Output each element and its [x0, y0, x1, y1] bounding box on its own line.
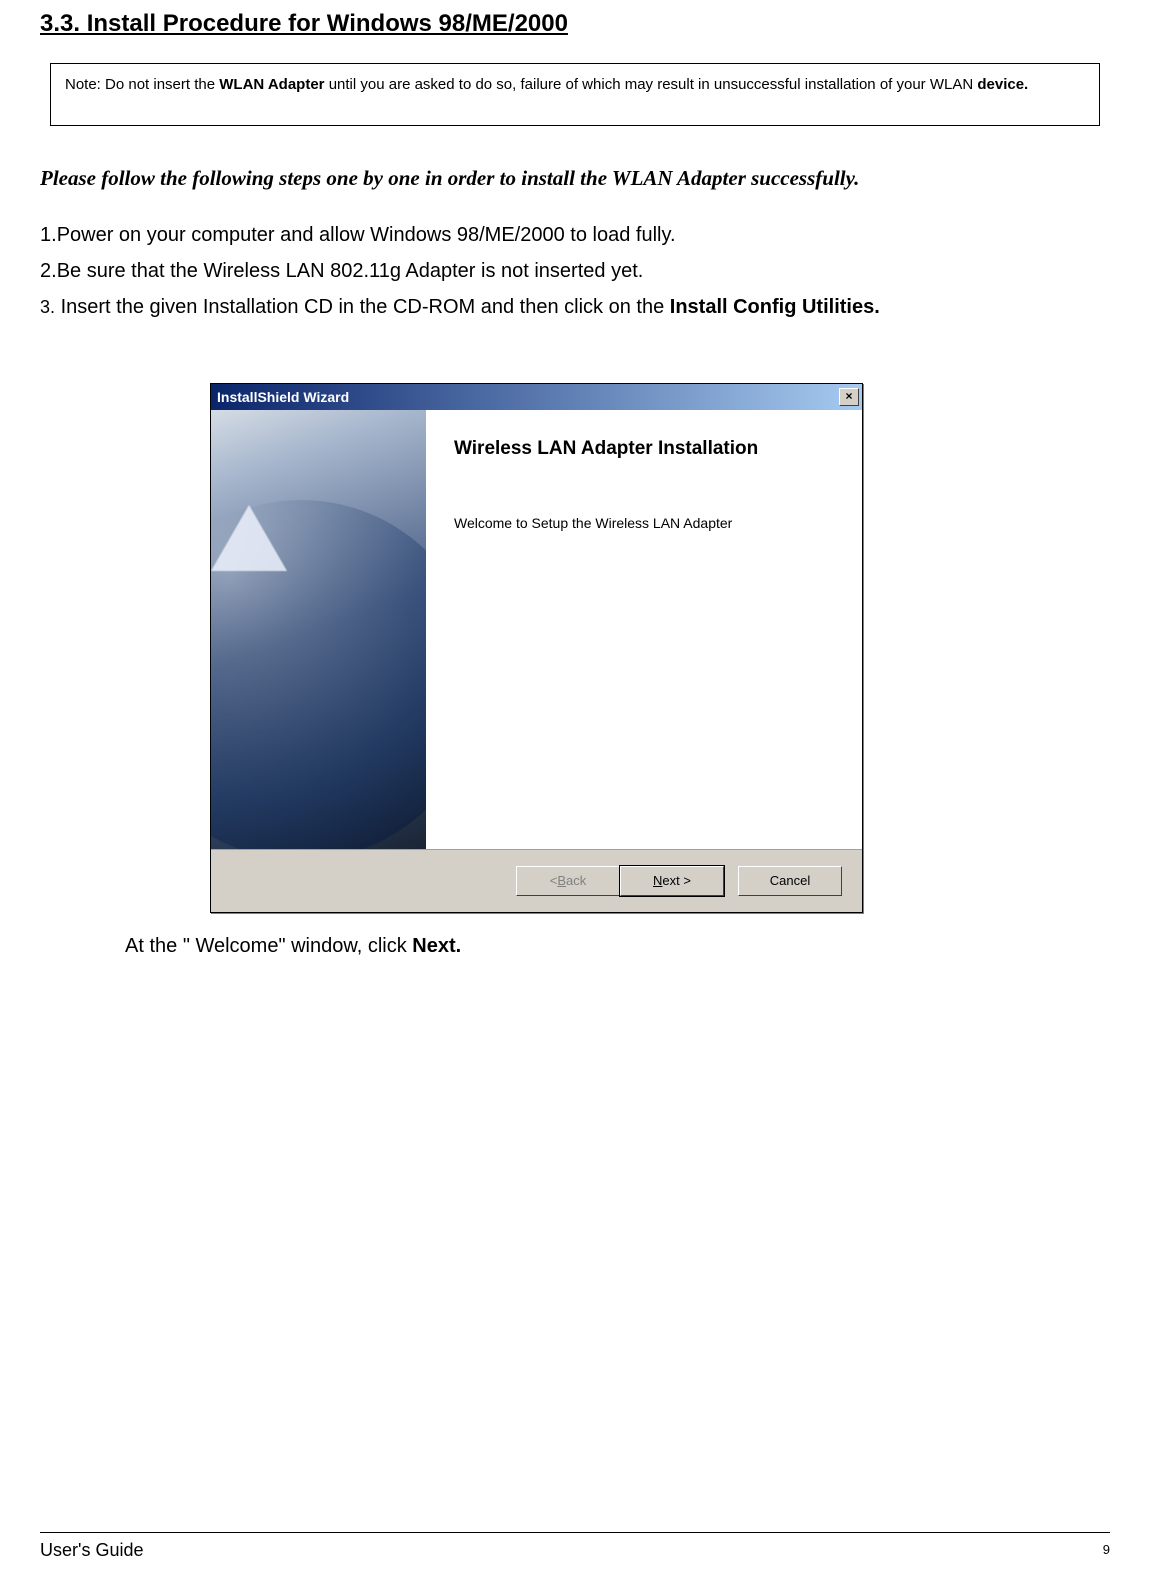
next-button[interactable]: Next >	[620, 866, 724, 896]
note-bold-2: device.	[977, 76, 1028, 93]
caption-text: At the " Welcome" window, click Next.	[125, 935, 1110, 958]
close-button[interactable]: ×	[839, 388, 859, 406]
next-underline: N	[653, 873, 662, 888]
next-rest: ext >	[662, 873, 691, 888]
caption-bold: Next.	[412, 935, 461, 957]
step-2: 2.Be sure that the Wireless LAN 802.11g …	[40, 255, 1110, 287]
footer-divider	[40, 1532, 1110, 1533]
step-text-pre: Insert the given Installation CD in the …	[55, 296, 670, 318]
back-lt: <	[550, 873, 558, 888]
wizard-sidebar-image	[211, 410, 426, 849]
cancel-button[interactable]: Cancel	[738, 866, 842, 896]
step-text: Power on your computer and allow Windows…	[57, 224, 676, 246]
step-number: 3.	[40, 297, 55, 317]
footer-text: User's Guide	[40, 1540, 143, 1561]
wizard-body: Wireless LAN Adapter Installation Welcom…	[211, 410, 862, 850]
step-3: 3. Insert the given Installation CD in t…	[40, 291, 1110, 323]
wizard-window: InstallShield Wizard × Wireless LAN Adap…	[210, 383, 863, 913]
step-text: Be sure that the Wireless LAN 802.11g Ad…	[57, 260, 644, 282]
step-number: 1.	[40, 224, 57, 246]
step-1: 1.Power on your computer and allow Windo…	[40, 219, 1110, 251]
page-number: 9	[1103, 1542, 1110, 1557]
wizard-heading: Wireless LAN Adapter Installation	[454, 438, 842, 460]
note-prefix: Note: Do not insert the	[65, 76, 219, 93]
note-box: Note: Do not insert the WLAN Adapter unt…	[50, 63, 1100, 126]
note-middle: until you are asked to do so, failure of…	[325, 76, 978, 93]
wizard-title: InstallShield Wizard	[217, 389, 349, 405]
instruction-text: Please follow the following steps one by…	[40, 166, 1110, 191]
steps-list: 1.Power on your computer and allow Windo…	[40, 219, 1110, 323]
step-text-bold: Install Config Utilities.	[670, 296, 880, 318]
note-bold-1: WLAN Adapter	[219, 76, 324, 93]
wizard-screenshot: InstallShield Wizard × Wireless LAN Adap…	[210, 383, 863, 913]
wizard-button-bar: < Back Next > Cancel	[211, 850, 862, 912]
wizard-titlebar: InstallShield Wizard ×	[211, 384, 862, 410]
wizard-content: Wireless LAN Adapter Installation Welcom…	[426, 410, 862, 849]
wizard-body-text: Welcome to Setup the Wireless LAN Adapte…	[454, 515, 842, 531]
step-number: 2.	[40, 260, 57, 282]
caption-pre: At the " Welcome" window, click	[125, 935, 412, 957]
back-underline: B	[557, 873, 566, 888]
section-heading: 3.3. Install Procedure for Windows 98/ME…	[40, 0, 1110, 38]
back-rest: ack	[566, 873, 586, 888]
back-button: < Back	[516, 866, 620, 896]
